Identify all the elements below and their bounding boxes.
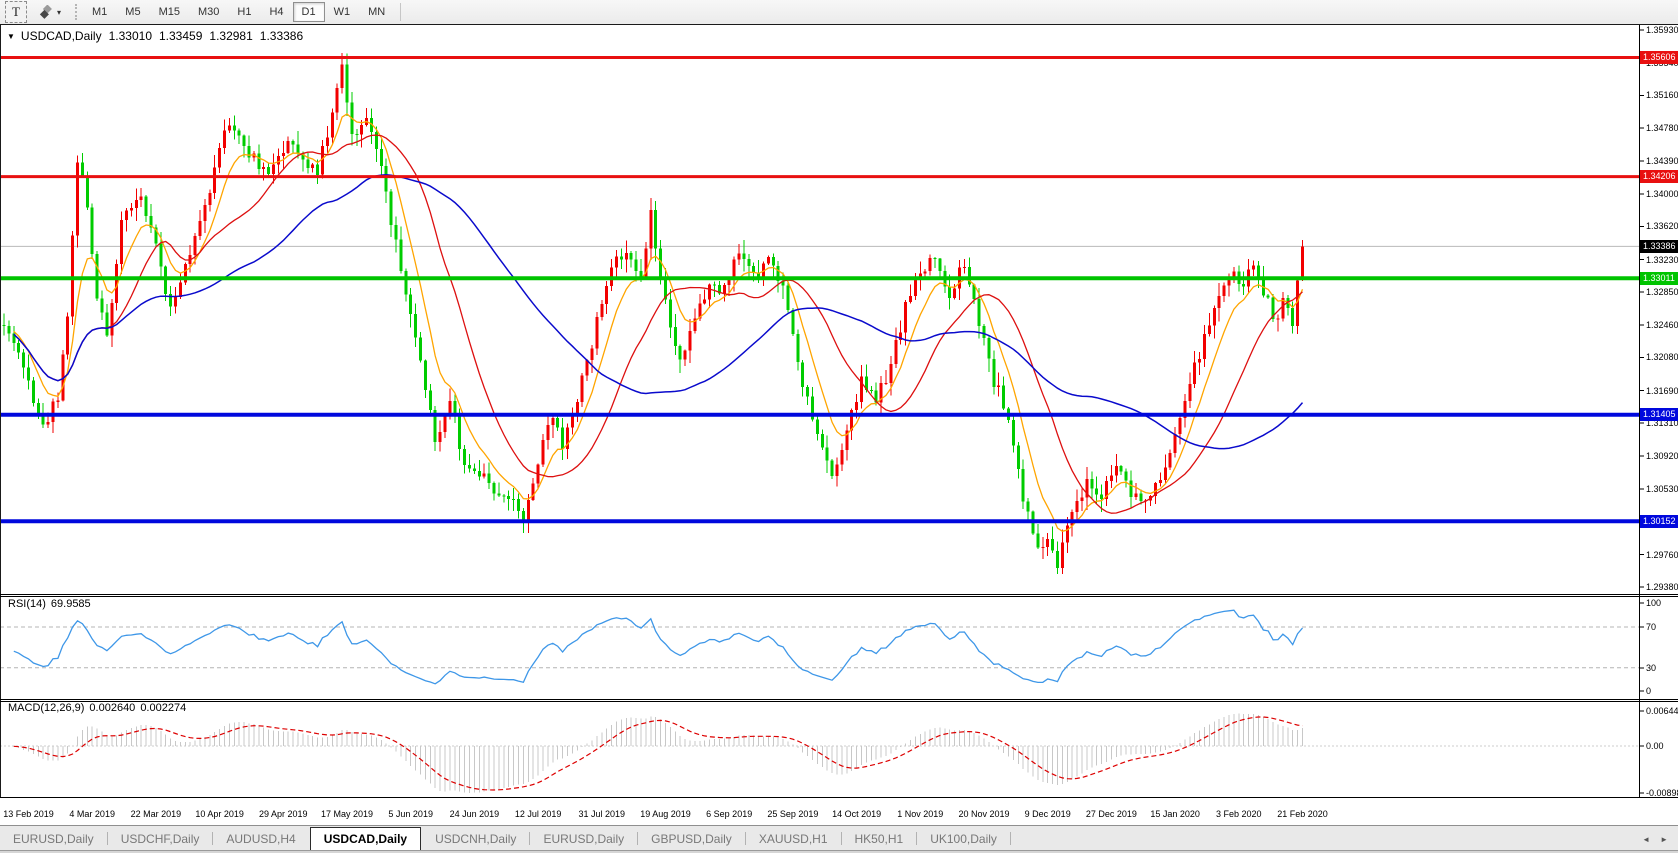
date-axis-label: 24 Jun 2019 [450,809,500,819]
current-price-badge: 1.33386 [1640,240,1678,253]
timeframe-button-m15[interactable]: M15 [150,2,189,22]
rsi-name: RSI(14) [8,598,46,610]
date-axis-label: 6 Sep 2019 [706,809,752,819]
date-axis-label: 4 Mar 2019 [69,809,115,819]
toolbar-grip [75,4,77,20]
tab-scroll-right-icon[interactable]: ► [1660,835,1668,844]
date-axis-label: 14 Oct 2019 [832,809,881,819]
macd-name: MACD(12,26,9) [8,702,84,714]
chart-title: ▼ USDCAD,Daily 1.33010 1.33459 1.32981 1… [7,29,303,43]
price-axis-tick: 1.32080 [1646,352,1678,362]
rsi-value: 69.9585 [51,598,91,610]
trading-terminal-window: T ▾ M1M5M15M30H1H4D1W1MN ▼ USDCAD,Daily … [0,0,1678,853]
price-level-badge: 1.35606 [1640,51,1678,64]
macd-value-main: 0.002640 [89,702,135,714]
toolbar-separator [400,3,401,21]
timeframe-button-group: M1M5M15M30H1H4D1W1MN [83,2,394,22]
chart-canvas[interactable] [0,0,1678,853]
tab-uk100-daily[interactable]: UK100,Daily [917,829,1010,850]
timeframe-button-mn[interactable]: MN [359,2,394,22]
price-level-badge: 1.30152 [1640,515,1678,528]
price-axis-tick: 1.30530 [1646,484,1678,494]
price-level-badge: 1.34206 [1640,170,1678,183]
rsi-axis-tick: 0 [1646,686,1651,696]
date-axis-label: 25 Sep 2019 [767,809,818,819]
timeframe-button-d1[interactable]: D1 [293,2,325,22]
tab-xauusd-h1[interactable]: XAUUSD,H1 [746,829,841,850]
price-axis-tick: 1.35160 [1646,90,1678,100]
timeframe-button-m5[interactable]: M5 [116,2,149,22]
tab-usdchf-daily[interactable]: USDCHF,Daily [108,829,213,850]
macd-value-signal: 0.002274 [140,702,186,714]
symbol-dropdown-icon[interactable]: ▼ [7,32,15,41]
price-axis-tick: 1.35930 [1646,25,1678,35]
price-axis-tick: 1.31690 [1646,386,1678,396]
date-axis-label: 29 Apr 2019 [259,809,308,819]
rsi-axis-tick: 70 [1646,622,1656,632]
tab-audusd-h4[interactable]: AUDUSD,H4 [213,829,308,850]
tab-gbpusd-daily[interactable]: GBPUSD,Daily [638,829,745,850]
timeframe-button-h4[interactable]: H4 [260,2,292,22]
timeframe-button-h1[interactable]: H1 [228,2,260,22]
text-tool-icon: T [12,4,20,20]
timeframe-button-w1[interactable]: W1 [325,2,360,22]
date-axis-label: 19 Aug 2019 [640,809,691,819]
date-axis-label: 27 Dec 2019 [1086,809,1137,819]
price-axis-tick: 1.29380 [1646,582,1678,592]
ohlc-low: 1.32981 [209,29,252,43]
macd-axis-tick: 0.006448 [1646,706,1678,716]
date-axis-label: 13 Feb 2019 [3,809,54,819]
date-axis-label: 1 Nov 2019 [897,809,943,819]
price-axis-tick: 1.33620 [1646,221,1678,231]
rsi-indicator-label: RSI(14) 69.9585 [8,598,96,610]
symbols-tool-button[interactable]: ▾ [33,2,67,22]
tab-scroll-arrows: ◄► [1642,835,1668,844]
date-axis-label: 3 Feb 2020 [1216,809,1262,819]
tab-eurusd-daily[interactable]: EURUSD,Daily [530,829,637,850]
price-axis-tick: 1.34000 [1646,189,1678,199]
date-axis-label: 31 Jul 2019 [579,809,626,819]
chevron-down-icon: ▾ [57,8,61,17]
price-level-badge: 1.31405 [1640,408,1678,421]
price-axis-tick: 1.32460 [1646,320,1678,330]
chart-tab-bar: EURUSD,DailyUSDCHF,DailyAUDUSD,H4USDCAD,… [0,825,1678,850]
tab-hk50-h1[interactable]: HK50,H1 [842,829,917,850]
date-axis-label: 12 Jul 2019 [515,809,562,819]
ohlc-close: 1.33386 [260,29,303,43]
price-axis-tick: 1.32850 [1646,287,1678,297]
chart-symbol-label: USDCAD,Daily [21,29,102,43]
price-axis-tick: 1.30920 [1646,451,1678,461]
date-axis-label: 15 Jan 2020 [1150,809,1200,819]
tab-usdcnh-daily[interactable]: USDCNH,Daily [422,829,529,850]
date-axis-label: 22 Mar 2019 [131,809,182,819]
toolbar: T ▾ M1M5M15M30H1H4D1W1MN [0,0,1678,24]
macd-indicator-label: MACD(12,26,9) 0.002640 0.002274 [8,702,191,714]
cycle-symbols-icon [39,5,54,20]
tab-usdcad-daily[interactable]: USDCAD,Daily [310,827,421,850]
price-axis-tick: 1.29760 [1646,550,1678,560]
date-axis-label: 5 Jun 2019 [388,809,433,819]
text-tool-button[interactable]: T [5,1,27,23]
macd-axis-tick: -0.00898 [1646,788,1678,798]
timeframe-button-m30[interactable]: M30 [189,2,228,22]
tab-separator [1010,832,1011,845]
rsi-axis-tick: 100 [1646,598,1661,608]
date-axis-label: 21 Feb 2020 [1277,809,1328,819]
price-axis-tick: 1.34390 [1646,156,1678,166]
rsi-axis-tick: 30 [1646,663,1656,673]
timeframe-button-m1[interactable]: M1 [83,2,116,22]
date-axis-label: 17 May 2019 [321,809,373,819]
macd-axis-tick: 0.00 [1646,741,1664,751]
tab-eurusd-daily[interactable]: EURUSD,Daily [0,829,107,850]
price-axis-tick: 1.33230 [1646,255,1678,265]
date-axis-label: 10 Apr 2019 [195,809,244,819]
date-axis-label: 20 Nov 2019 [958,809,1009,819]
price-axis-tick: 1.34780 [1646,123,1678,133]
price-level-badge: 1.33011 [1640,272,1678,285]
ohlc-high: 1.33459 [159,29,202,43]
ohlc-open: 1.33010 [109,29,152,43]
tab-scroll-left-icon[interactable]: ◄ [1642,835,1650,844]
date-axis-label: 9 Dec 2019 [1025,809,1071,819]
